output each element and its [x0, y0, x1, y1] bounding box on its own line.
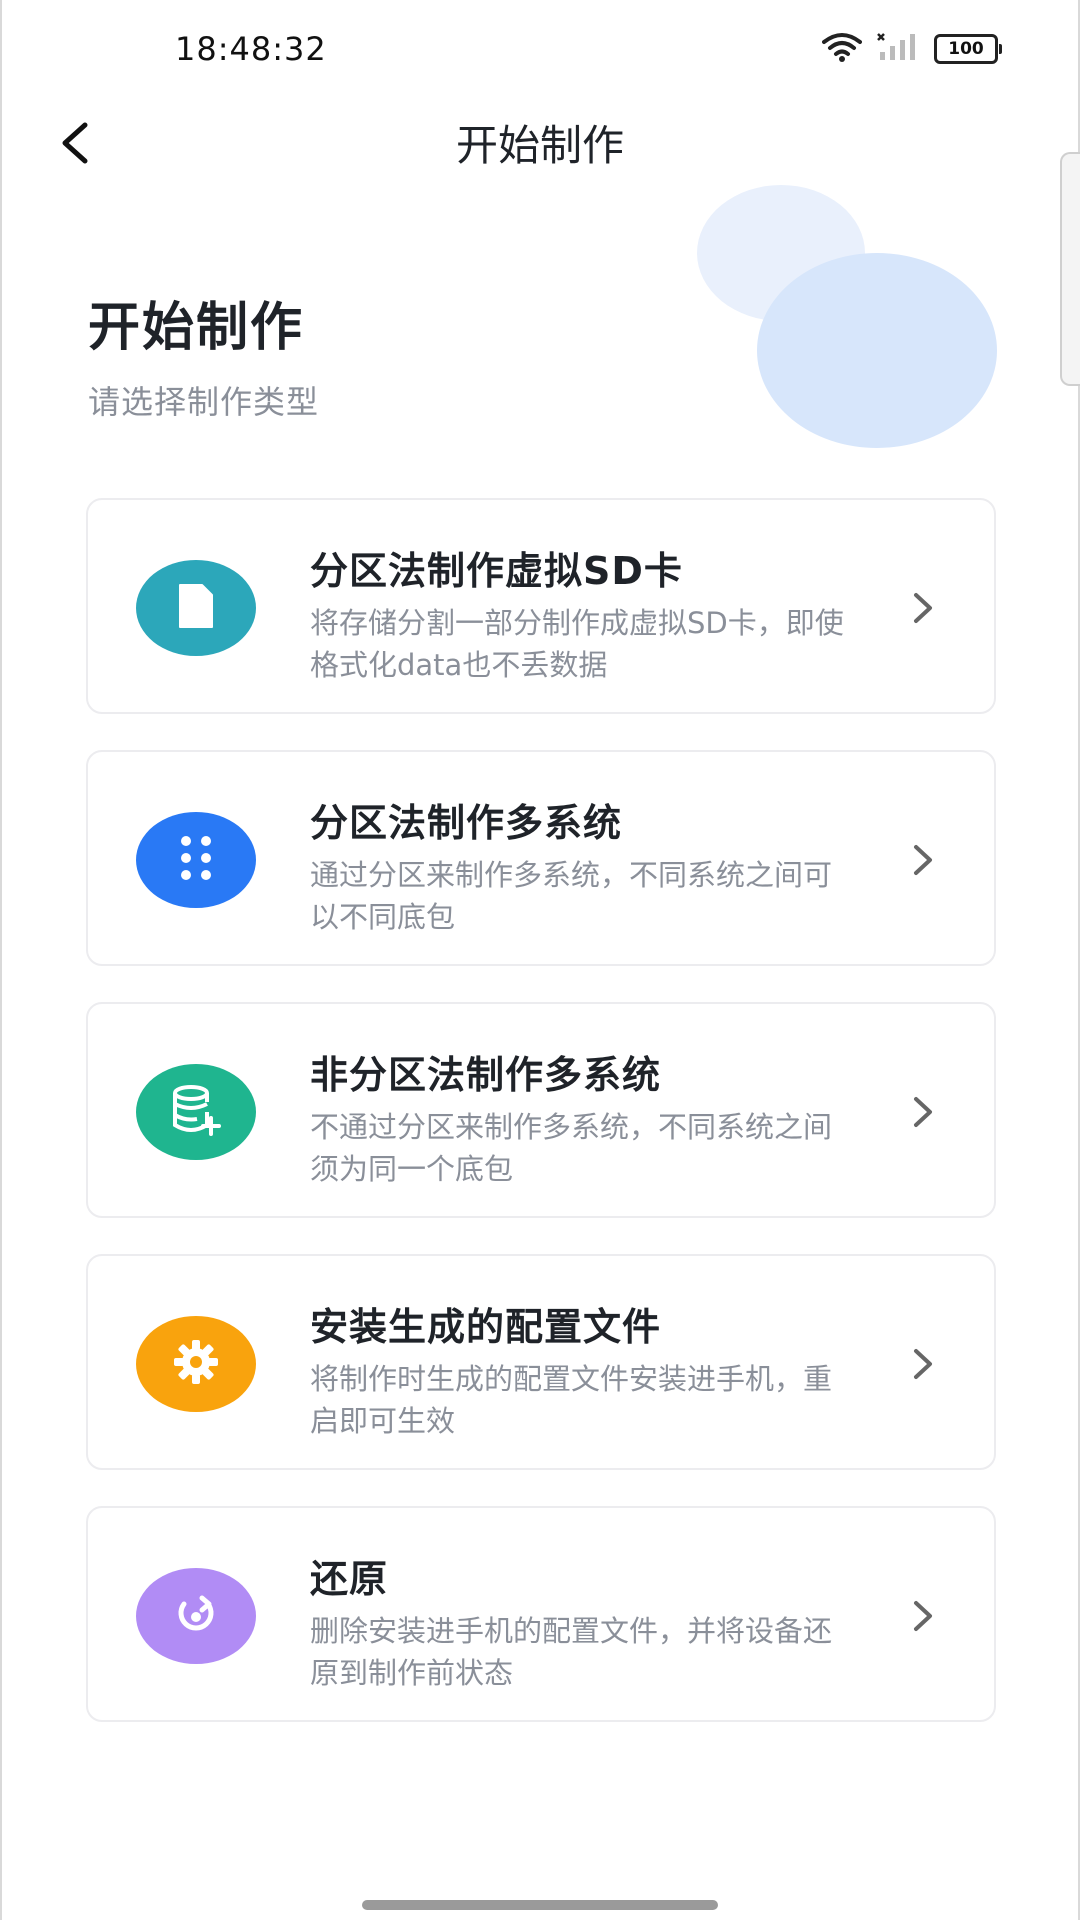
restore-icon [172, 1590, 220, 1642]
frame-edge-left [0, 0, 2, 1920]
app-bar: 开始制作 [0, 100, 1080, 210]
chevron-right-icon [908, 1344, 938, 1384]
database-add-icon [171, 1084, 221, 1140]
status-bar: 18:48:32 100 [0, 0, 1080, 100]
scrollbar-thumb[interactable] [1060, 152, 1080, 386]
option-title: 非分区法制作多系统 [310, 1053, 662, 1097]
option-icon-circle [136, 812, 256, 908]
page-subtitle: 请选择制作类型 [88, 383, 320, 421]
chevron-right-icon [908, 1092, 938, 1132]
signal-icon [876, 32, 920, 66]
option-card-partition-multisystem[interactable]: 分区法制作多系统 通过分区来制作多系统，不同系统之间可以不同底包 [86, 750, 996, 966]
option-icon-circle [136, 1568, 256, 1664]
decor-bubble-large [757, 253, 997, 448]
dots-grid-icon [176, 833, 216, 887]
option-title: 分区法制作虚拟SD卡 [310, 549, 683, 593]
chevron-right-icon [908, 588, 938, 628]
option-description: 不通过分区来制作多系统，不同系统之间须为同一个底包 [310, 1110, 833, 1186]
page-title: 开始制作 [88, 298, 305, 358]
option-description: 将制作时生成的配置文件安装进手机，重启即可生效 [310, 1362, 833, 1438]
option-card-install-config[interactable]: 安装生成的配置文件 将制作时生成的配置文件安装进手机，重启即可生效 [86, 1254, 996, 1470]
home-indicator[interactable] [362, 1900, 718, 1910]
status-icons: 100 [822, 32, 1002, 66]
option-title: 还原 [310, 1557, 389, 1601]
status-time: 18:48:32 [175, 30, 327, 68]
option-title: 安装生成的配置文件 [310, 1305, 662, 1349]
chevron-right-icon [908, 840, 938, 880]
battery-icon: 100 [934, 34, 1002, 64]
chevron-right-icon [908, 1596, 938, 1636]
option-icon-circle [136, 1064, 256, 1160]
app-bar-title: 开始制作 [455, 121, 624, 170]
option-title: 分区法制作多系统 [310, 801, 623, 845]
option-description: 将存储分割一部分制作成虚拟SD卡，即使格式化data也不丢数据 [310, 606, 844, 682]
option-card-virtual-sd[interactable]: 分区法制作虚拟SD卡 将存储分割一部分制作成虚拟SD卡，即使格式化data也不丢… [86, 498, 996, 714]
option-icon-circle [136, 1316, 256, 1412]
sd-card-icon [176, 581, 216, 635]
option-description: 通过分区来制作多系统，不同系统之间可以不同底包 [310, 858, 833, 934]
option-icon-circle [136, 560, 256, 656]
option-list: 分区法制作虚拟SD卡 将存储分割一部分制作成虚拟SD卡，即使格式化data也不丢… [86, 498, 996, 1758]
gear-icon [172, 1338, 220, 1390]
wifi-icon [822, 32, 862, 66]
option-description: 删除安装进手机的配置文件，并将设备还原到制作前状态 [310, 1614, 833, 1690]
option-card-nonpartition-multisystem[interactable]: 非分区法制作多系统 不通过分区来制作多系统，不同系统之间须为同一个底包 [86, 1002, 996, 1218]
option-card-restore[interactable]: 还原 删除安装进手机的配置文件，并将设备还原到制作前状态 [86, 1506, 996, 1722]
